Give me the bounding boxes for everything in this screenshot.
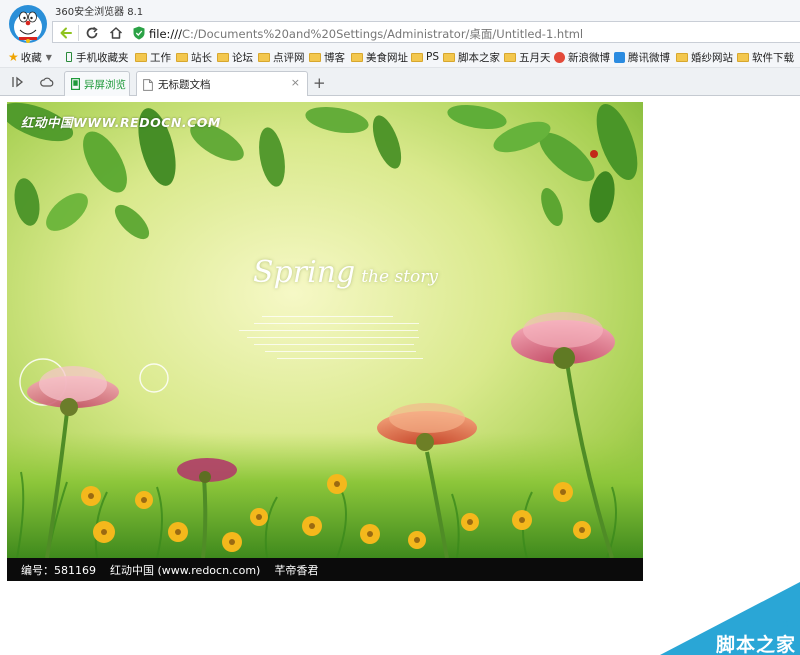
star-icon: ★	[8, 50, 19, 64]
bookmark-label: 软件下载	[752, 51, 794, 64]
tab-strip: 异屏浏览 无标题文档 × +	[0, 68, 800, 97]
bookmark-label: 腾讯微博	[628, 51, 670, 64]
bookmark-item-software[interactable]: 软件下载	[737, 50, 794, 64]
url-path: C:/Documents%20and%20Settings/Administra…	[182, 27, 584, 41]
caption-site: 红动中国 (www.redocn.com)	[110, 563, 261, 577]
bookmark-label: 美食网址	[366, 51, 408, 64]
bookmark-item-food[interactable]: 美食网址	[351, 50, 408, 64]
badge-name: 脚本之家	[715, 634, 796, 655]
bookmark-item-tencent-weibo[interactable]: 腾讯微博	[614, 50, 670, 64]
photo-caption-bar: 编号：581169 红动中国 (www.redocn.com) 芊帝香君	[7, 558, 643, 581]
folder-icon	[504, 52, 516, 62]
chevron-down-icon[interactable]: ▼	[46, 53, 52, 62]
bookmark-item-ps[interactable]: PS	[411, 50, 439, 64]
bookmark-label: 站长	[191, 51, 212, 64]
illegible-body-text	[239, 310, 427, 365]
window-title: 360安全浏览器 8.1	[55, 7, 144, 18]
address-toolbar: file:///C:/Documents%20and%20Settings/Ad…	[0, 20, 800, 46]
page-content: 红动中国WWW.REDOCN.COM Spring the story 编号：58…	[0, 96, 800, 655]
bookmark-label: 新浪微博	[568, 51, 610, 64]
bookmark-item-forum[interactable]: 论坛	[217, 50, 253, 64]
tab-split-screen[interactable]: 异屏浏览	[64, 71, 130, 96]
bookmark-item-sina-weibo[interactable]: 新浪微博	[554, 50, 610, 64]
bookmark-item-jb51[interactable]: 脚本之家	[443, 50, 500, 64]
bookmark-label: 工作	[150, 51, 171, 64]
shield-icon	[133, 26, 145, 40]
bookmark-label: 脚本之家	[458, 51, 500, 64]
tencent-weibo-icon	[614, 51, 625, 63]
spring-headline: Spring the story	[253, 255, 438, 290]
badge-domain: jb51.net	[738, 616, 796, 630]
address-box[interactable]: file:///C:/Documents%20and%20Settings/Ad…	[52, 21, 800, 43]
site-badge: jb51.net 脚本之家	[660, 582, 800, 655]
folder-icon	[135, 52, 147, 62]
folder-icon	[217, 52, 229, 62]
tab-label: 无标题文档	[158, 79, 211, 91]
bookmark-label: 论坛	[232, 51, 253, 64]
headline-sub: the story	[361, 267, 438, 287]
folder-icon	[411, 52, 423, 62]
close-icon[interactable]: ×	[291, 76, 300, 89]
caption-id: 编号：581169	[21, 563, 96, 577]
url-scheme: file:///	[149, 27, 183, 41]
bookmark-label: 点评网	[273, 51, 305, 64]
bookmark-favorites[interactable]: ★ 收藏 ▼	[8, 50, 52, 64]
headline-main: Spring	[253, 255, 356, 290]
bookmark-item-work[interactable]: 工作	[135, 50, 171, 64]
bookmark-label: PS	[426, 51, 439, 63]
bookmark-label: 手机收藏夹	[76, 51, 129, 64]
photo-watermark: 红动中国WWW.REDOCN.COM	[21, 115, 221, 130]
tab-untitled-document[interactable]: 无标题文档 ×	[136, 71, 308, 97]
phone-icon	[66, 52, 72, 62]
folder-icon	[351, 52, 363, 62]
folder-icon	[676, 52, 688, 62]
new-tab-button[interactable]: +	[313, 74, 326, 92]
bookmark-item-webmaster[interactable]: 站长	[176, 50, 212, 64]
bookmark-item-reviews[interactable]: 点评网	[258, 50, 305, 64]
browser-logo-icon[interactable]	[8, 4, 48, 44]
bookmark-item-blog[interactable]: 博客	[309, 50, 345, 64]
bookmark-label: 五月天	[519, 51, 551, 64]
title-bar: 360安全浏览器 8.1	[0, 0, 800, 20]
bookmark-label: 婚纱网站	[691, 51, 733, 64]
page-icon	[143, 78, 153, 91]
bookmark-label: 收藏	[20, 51, 42, 64]
toolbar-separator	[78, 25, 79, 41]
folder-icon	[258, 52, 270, 62]
tab-label: 异屏浏览	[84, 78, 126, 91]
bookmark-item-wedding[interactable]: 婚纱网站	[676, 50, 733, 64]
weibo-icon	[554, 51, 565, 63]
bookmark-item-mobile[interactable]: 手机收藏夹	[66, 50, 129, 64]
folder-icon	[309, 52, 321, 62]
home-icon[interactable]	[108, 25, 124, 41]
folder-icon	[176, 52, 188, 62]
back-arrow-icon[interactable]	[58, 25, 74, 41]
folder-icon	[443, 52, 455, 62]
bookmark-item-mayday[interactable]: 五月天	[504, 50, 551, 64]
reload-icon[interactable]	[84, 25, 100, 41]
caption-author: 芊帝香君	[274, 563, 319, 577]
sidebar-toggle-icon[interactable]	[11, 76, 25, 88]
cloud-icon[interactable]	[40, 76, 54, 88]
bookmarks-bar: ★ 收藏 ▼ 手机收藏夹 工作 站长 论坛 点评网 博客 美食网址 PS 脚本之…	[0, 46, 800, 68]
bookmark-label: 博客	[324, 51, 345, 64]
spring-photo: 红动中国WWW.REDOCN.COM Spring the story	[7, 102, 643, 558]
url-text[interactable]: file:///C:/Documents%20and%20Settings/Ad…	[149, 26, 583, 42]
split-screen-icon	[71, 78, 80, 90]
folder-icon	[737, 52, 749, 62]
